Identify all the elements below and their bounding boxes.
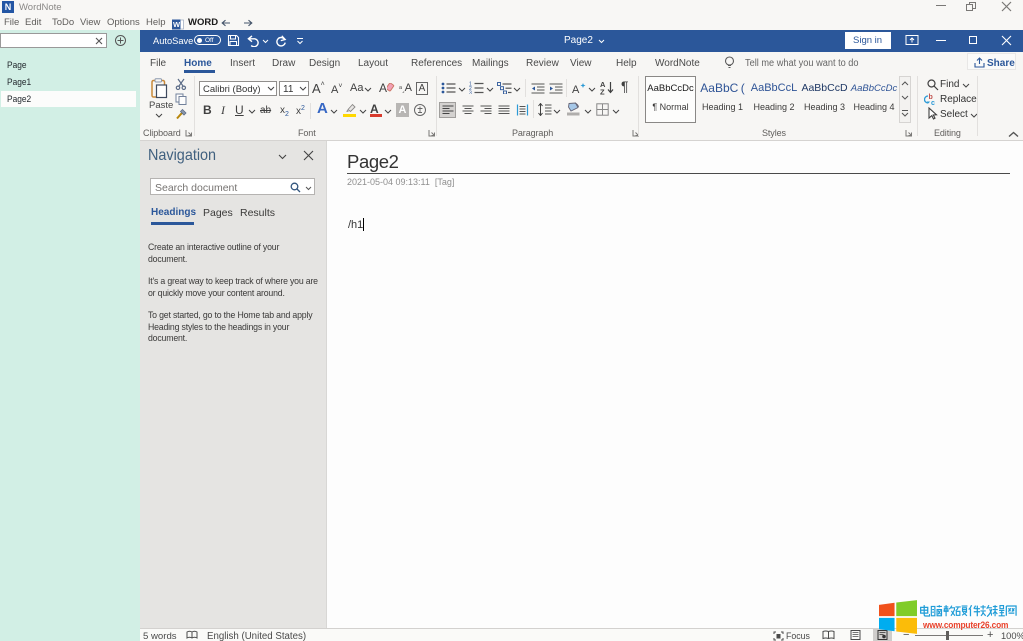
svg-text:3: 3 [469,91,472,95]
svg-text:c: c [931,100,935,106]
svg-text:Z: Z [600,88,605,96]
svg-text:W: W [173,20,181,29]
svg-text:A: A [572,84,580,95]
